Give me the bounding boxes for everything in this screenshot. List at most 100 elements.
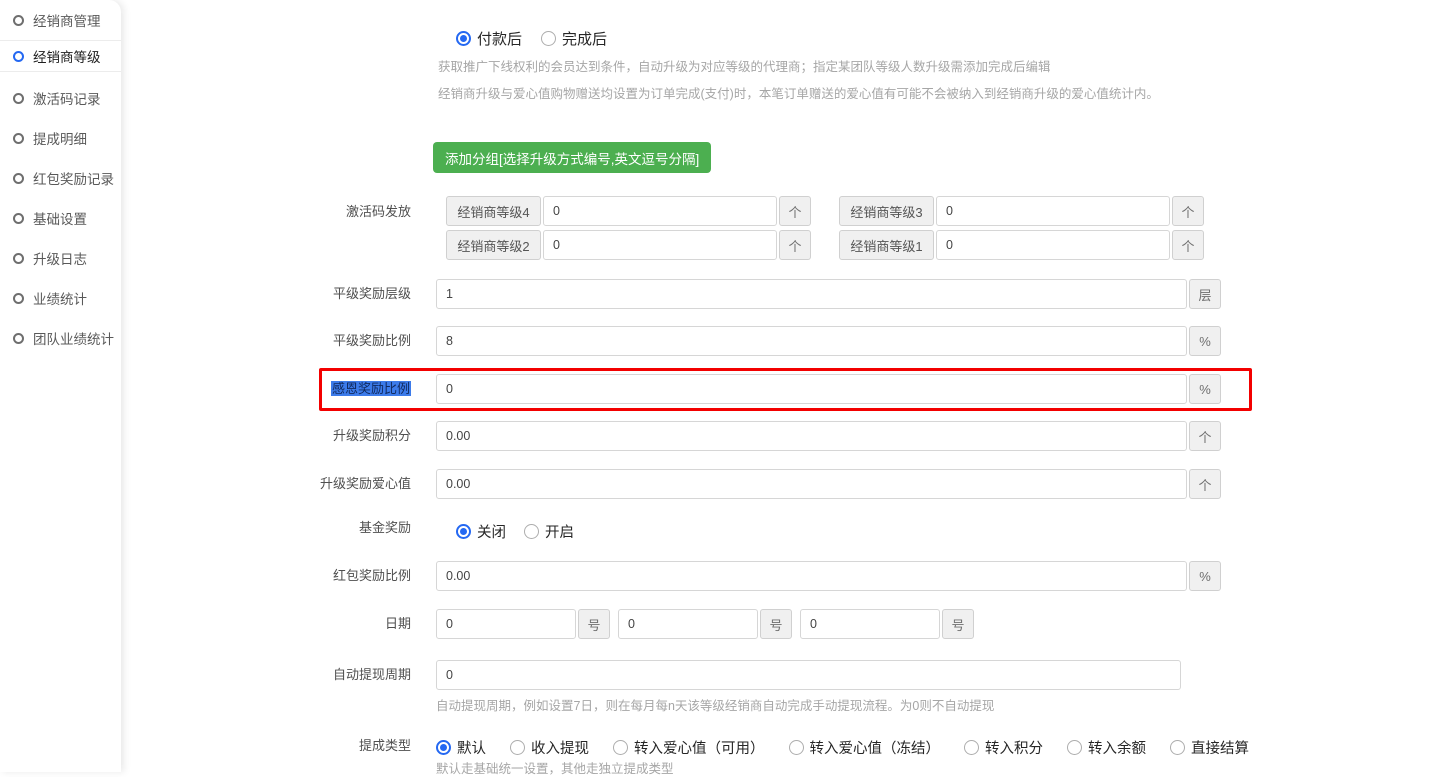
peer-reward-level-group: 层 [436, 279, 1221, 309]
radio-option-to-points[interactable]: 转入积分 [964, 737, 1043, 758]
radio-option-direct-settlement[interactable]: 直接结算 [1170, 737, 1249, 758]
circle-icon [13, 93, 24, 104]
sidebar-item-label: 基础设置 [33, 208, 87, 228]
radio-unselected-icon[interactable] [1067, 740, 1082, 755]
field-label-peer-reward-level: 平级奖励层级 [121, 279, 411, 309]
gratitude-reward-ratio-input[interactable] [436, 374, 1187, 404]
radio-unselected-icon[interactable] [524, 524, 539, 539]
circle-icon [13, 133, 24, 144]
upgrade-reward-love-input[interactable] [436, 469, 1187, 499]
auto-withdraw-cycle-group [436, 660, 1181, 690]
date-group-2: 号 [618, 609, 792, 639]
sidebar-item-label: 团队业绩统计 [33, 328, 114, 348]
radio-selected-icon[interactable] [456, 524, 471, 539]
circle-icon [13, 15, 24, 26]
sidebar: 经销商管理 经销商等级 激活码记录 提成明细 红包奖励记录 基础设置 升级日志 … [0, 0, 121, 772]
input-suffix-unit: 个 [1189, 421, 1221, 451]
input-suffix-unit: 个 [779, 196, 811, 226]
activation-level4-input[interactable] [543, 196, 777, 226]
input-suffix-day: 号 [578, 609, 610, 639]
circle-icon [13, 51, 24, 62]
circle-icon [13, 213, 24, 224]
input-prefix: 经销商等级1 [839, 230, 934, 260]
circle-icon [13, 173, 24, 184]
radio-option-label: 默认 [457, 737, 486, 758]
sidebar-item-commission-details[interactable]: 提成明细 [0, 118, 121, 158]
field-label-auto-withdraw-cycle: 自动提现周期 [121, 660, 411, 690]
sidebar-item-team-performance-stats[interactable]: 团队业绩统计 [0, 318, 121, 358]
sidebar-item-label: 经销商等级 [33, 46, 101, 66]
radio-unselected-icon[interactable] [1170, 740, 1185, 755]
radio-option-default[interactable]: 默认 [436, 737, 486, 758]
field-label-activation-codes: 激活码发放 [121, 196, 411, 228]
radio-option-label: 关闭 [477, 521, 506, 542]
radio-option-income-withdraw[interactable]: 收入提现 [510, 737, 589, 758]
upgrade-help-text-2: 经销商升级与爱心值购物赠送均设置为订单完成(支付)时，本笔订单赠送的爱心值有可能… [438, 83, 1159, 102]
add-group-button[interactable]: 添加分组[选择升级方式编号,英文逗号分隔] [433, 142, 711, 173]
radio-unselected-icon[interactable] [964, 740, 979, 755]
field-label-date: 日期 [121, 609, 411, 639]
peer-reward-ratio-group: % [436, 326, 1221, 356]
activation-level2-input[interactable] [543, 230, 777, 260]
commission-type-help-text: 默认走基础统一设置，其他走独立提成类型 [436, 758, 674, 777]
activation-group-level4: 经销商等级4 个 [446, 196, 811, 226]
radio-option-label: 转入余额 [1088, 737, 1146, 758]
radio-option-label: 完成后 [562, 28, 607, 49]
radio-unselected-icon[interactable] [613, 740, 628, 755]
radio-option-fund-on[interactable]: 开启 [524, 521, 574, 542]
auto-withdraw-help-text: 自动提现周期，例如设置7日，则在每月每n天该等级经销商自动完成手动提现流程。为0… [436, 695, 994, 714]
radio-option-fund-off[interactable]: 关闭 [456, 521, 506, 542]
input-suffix-unit: 个 [1172, 230, 1204, 260]
input-suffix-unit: 个 [1172, 196, 1204, 226]
radio-option-label: 开启 [545, 521, 574, 542]
radio-option-to-love-frozen[interactable]: 转入爱心值（冻结） [789, 737, 941, 758]
activation-group-level2: 经销商等级2 个 [446, 230, 811, 260]
input-suffix-unit: 层 [1189, 279, 1221, 309]
radio-unselected-icon[interactable] [510, 740, 525, 755]
activation-level1-input[interactable] [936, 230, 1170, 260]
radio-unselected-icon[interactable] [789, 740, 804, 755]
sidebar-item-label: 升级日志 [33, 248, 87, 268]
sidebar-item-redpacket-reward-records[interactable]: 红包奖励记录 [0, 158, 121, 198]
date-input-1[interactable] [436, 609, 576, 639]
activation-group-level3: 经销商等级3 个 [839, 196, 1204, 226]
radio-option-after-completion[interactable]: 完成后 [541, 28, 607, 49]
auto-withdraw-cycle-input[interactable] [436, 660, 1181, 690]
activation-group-level1: 经销商等级1 个 [839, 230, 1204, 260]
input-suffix-unit: 个 [779, 230, 811, 260]
radio-unselected-icon[interactable] [541, 31, 556, 46]
redpacket-reward-ratio-input[interactable] [436, 561, 1187, 591]
radio-option-label: 收入提现 [531, 737, 589, 758]
date-input-3[interactable] [800, 609, 940, 639]
upgrade-reward-points-input[interactable] [436, 421, 1187, 451]
sidebar-item-upgrade-log[interactable]: 升级日志 [0, 238, 121, 278]
input-suffix-percent: % [1189, 374, 1221, 404]
activation-level3-input[interactable] [936, 196, 1170, 226]
upgrade-reward-love-group: 个 [436, 469, 1221, 499]
field-label-redpacket-reward-ratio: 红包奖励比例 [121, 561, 411, 591]
radio-selected-icon[interactable] [436, 740, 451, 755]
radio-option-label: 转入爱心值（可用） [634, 737, 765, 758]
input-prefix: 经销商等级2 [446, 230, 541, 260]
sidebar-item-dealer-level[interactable]: 经销商等级 [0, 40, 121, 72]
date-input-2[interactable] [618, 609, 758, 639]
radio-option-after-payment[interactable]: 付款后 [456, 28, 522, 49]
sidebar-item-dealer-management[interactable]: 经销商管理 [0, 0, 121, 40]
circle-icon [13, 333, 24, 344]
radio-option-label: 转入爱心值（冻结） [810, 737, 941, 758]
fund-reward-radio-group: 关闭 开启 [456, 521, 574, 542]
peer-reward-level-input[interactable] [436, 279, 1187, 309]
peer-reward-ratio-input[interactable] [436, 326, 1187, 356]
radio-option-to-balance[interactable]: 转入余额 [1067, 737, 1146, 758]
sidebar-item-performance-stats[interactable]: 业绩统计 [0, 278, 121, 318]
field-label-commission-type: 提成类型 [121, 731, 411, 761]
sidebar-item-label: 提成明细 [33, 128, 87, 148]
sidebar-item-activation-code-records[interactable]: 激活码记录 [0, 78, 121, 118]
upgrade-help-text-1: 获取推广下线权利的会员达到条件，自动升级为对应等级的代理商；指定某团队等级人数升… [438, 56, 1051, 75]
commission-type-radio-group: 默认 收入提现 转入爱心值（可用） 转入爱心值（冻结） 转入积分 转入余额 直接… [436, 737, 1249, 758]
radio-option-label: 转入积分 [985, 737, 1043, 758]
radio-selected-icon[interactable] [456, 31, 471, 46]
sidebar-item-basic-settings[interactable]: 基础设置 [0, 198, 121, 238]
radio-option-to-love-available[interactable]: 转入爱心值（可用） [613, 737, 765, 758]
input-suffix-percent: % [1189, 326, 1221, 356]
